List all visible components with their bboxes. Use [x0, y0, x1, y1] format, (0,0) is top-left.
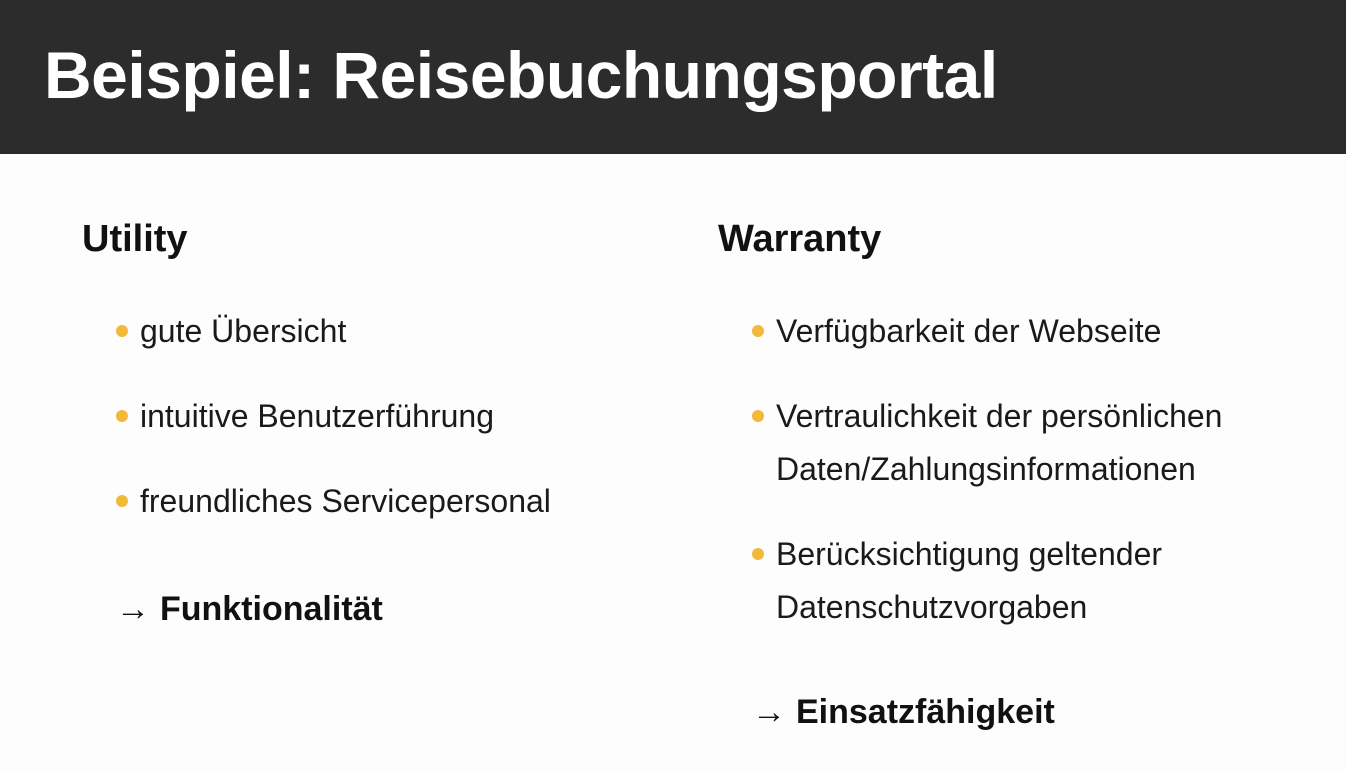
warranty-item-line: Daten/Zahlungsinformationen	[776, 451, 1196, 487]
utility-conclusion: → Funktionalität	[116, 586, 383, 632]
warranty-column: Warranty Verfügbarkeit der Webseite Vert…	[718, 214, 1318, 731]
list-item: Berücksichtigung geltender Datenschutzvo…	[752, 528, 1162, 634]
warranty-conclusion-label: Einsatzfähigkeit	[796, 693, 1055, 731]
title-bar: Beispiel: Reisebuchungsportal	[0, 0, 1346, 154]
bullet-dot-icon	[752, 548, 764, 560]
utility-item-text: gute Übersicht	[140, 313, 347, 349]
bullet-dot-icon	[752, 325, 764, 337]
utility-conclusion-label: Funktionalität	[160, 590, 383, 628]
bullet-dot-icon	[116, 325, 128, 337]
utility-heading: Utility	[82, 218, 188, 260]
warranty-item-line: Vertraulichkeit der persönlichen	[776, 398, 1223, 434]
bullet-dot-icon	[116, 410, 128, 422]
warranty-conclusion: → Einsatzfähigkeit	[752, 689, 1055, 735]
list-item: freundliches Servicepersonal	[116, 475, 551, 528]
warranty-item-line: Verfügbarkeit der Webseite	[776, 313, 1162, 349]
warranty-item-line: Berücksichtigung geltender	[776, 536, 1163, 572]
bullet-dot-icon	[752, 410, 764, 422]
list-item: Verfügbarkeit der Webseite	[752, 305, 1161, 358]
utility-column: Utility gute Übersicht intuitive Benutze…	[82, 214, 642, 628]
list-item: gute Übersicht	[116, 305, 346, 358]
arrow-right-icon: →	[752, 693, 786, 731]
slide-title: Beispiel: Reisebuchungsportal	[44, 38, 998, 112]
list-item: intuitive Benutzerführung	[116, 390, 494, 443]
list-item: Vertraulichkeit der persönlichen Daten/Z…	[752, 390, 1222, 496]
utility-item-text: intuitive Benutzerführung	[140, 398, 494, 434]
arrow-right-icon: →	[116, 590, 150, 628]
utility-item-text: freundliches Servicepersonal	[140, 483, 551, 519]
warranty-heading: Warranty	[718, 218, 882, 260]
bullet-dot-icon	[116, 495, 128, 507]
warranty-item-line: Datenschutzvorgaben	[776, 589, 1088, 625]
